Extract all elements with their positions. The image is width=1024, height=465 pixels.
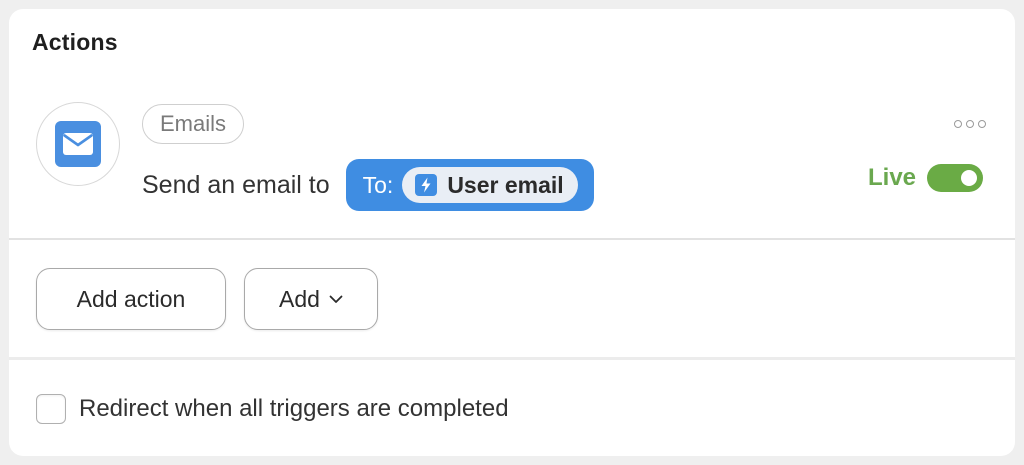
category-tag: Emails [142,104,245,144]
recipient-label: To: [362,171,394,198]
toggle-knob [961,170,978,186]
redirect-option[interactable]: Redirect when all triggers are completed [36,393,509,425]
add-label: Add [279,285,320,312]
add-action-button[interactable]: Add action [36,268,226,330]
more-options-icon [954,120,962,128]
redirect-label: Redirect when all triggers are completed [79,395,509,422]
envelope-icon [55,121,101,167]
add-dropdown-button[interactable]: Add [244,268,378,330]
live-status: Live [868,162,984,194]
lightning-icon [415,174,438,196]
divider [9,238,1015,240]
live-toggle[interactable] [927,164,984,192]
recipient-field[interactable]: To: User email [345,159,594,211]
action-sentence-text: Send an email to [142,170,330,199]
recipient-token[interactable]: User email [402,167,578,203]
add-action-label: Add action [76,285,186,312]
more-options-dot [966,120,974,128]
live-label: Live [868,164,917,191]
divider [9,357,1015,360]
actions-card: Actions Emails Send an email to To: User… [9,9,1015,456]
redirect-checkbox[interactable] [36,394,66,424]
chevron-down-icon [329,295,343,304]
more-options-dot [978,120,986,128]
recipient-token-text: User email [447,171,564,198]
action-sentence: Send an email to To: User email [142,159,594,211]
section-title: Actions [32,29,118,55]
more-options-button[interactable] [952,117,988,131]
email-app-icon [36,102,120,186]
